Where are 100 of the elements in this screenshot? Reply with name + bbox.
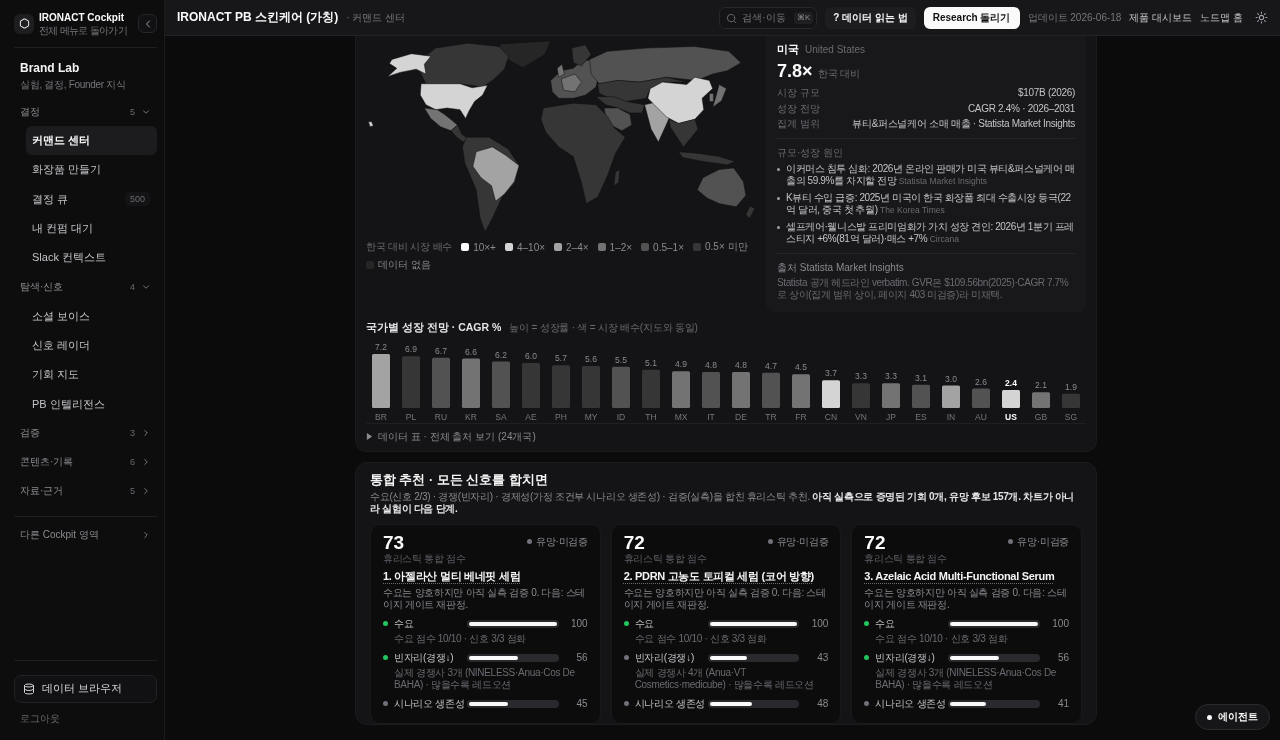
country-code-label: IN (946, 411, 956, 422)
nav-group-toggle[interactable]: 자료·근거 5 (14, 476, 157, 506)
bar-value-label: 2.1 (1035, 379, 1047, 390)
legend-title: 한국 대비 시장 배수 (366, 240, 453, 255)
country-code-label: BR (375, 411, 387, 422)
metric-detail: 실제 경쟁사 3개 (NINELESS·Anua·Cos De BAHA) · 많을수록 레드오션 (393, 666, 576, 691)
logout-link[interactable]: 로그아웃 (20, 712, 60, 726)
metric-label: 수요 (394, 616, 415, 631)
nav-item[interactable]: 결정 큐 500 (26, 184, 157, 214)
item-count: 500 (124, 192, 150, 207)
nav-group-toggle[interactable]: 검증 3 (14, 418, 157, 448)
sun-icon[interactable] (1255, 11, 1268, 24)
data-table-toggle[interactable]: 데이터 표 · 전체 출처 보기 (24개국) (366, 429, 536, 444)
nav-link[interactable]: 제품 대시보드 (1129, 10, 1193, 25)
status-label: 유망·미검증 (536, 534, 588, 549)
score-label: 휴리스틱 통합 점수 (383, 552, 467, 565)
metric-detail: 실제 경쟁사 3개 (NINELESS·Anua·Cos De BAHA) · 많을수록 레드오션 (874, 666, 1058, 691)
nav-item[interactable]: 신호 레이더 (26, 330, 157, 361)
score-label: 휴리스틱 통합 점수 (623, 552, 708, 565)
group-count: 6 (130, 457, 135, 468)
country-code-label: MY (584, 411, 598, 422)
page-title: IRONACT PB 스킨케어 (가칭) (177, 9, 339, 26)
legend-label: 데이터 없음 (378, 258, 431, 273)
status-label: 유망·미검증 (1017, 534, 1069, 549)
research-button[interactable]: Research 돌리기 (923, 6, 1020, 29)
legend-label: 0.5× 미만 (705, 240, 748, 255)
metric-value: 56 (1056, 652, 1069, 663)
country-name: 미국 (777, 42, 799, 56)
metric-value: 100 (810, 618, 829, 629)
agent-button[interactable]: 에이전트 (1195, 704, 1270, 730)
driver-text: 셀프케어·웰니스발 프리미엄화가 가치 성장 견인: 2026년 1분기 프레스티지 +6%(81억 달러)·매스 +7% Circana (786, 220, 1075, 246)
chevron-right-icon (141, 529, 151, 540)
nav-group-toggle[interactable]: 콘텐츠·기록 6 (14, 447, 157, 477)
breadcrumb-text: · 커맨드 센터 (346, 10, 406, 25)
section-subtitle: 실험, 결정, Founder 지식 (20, 78, 126, 91)
nav-item[interactable]: PB 인텔리전스 (26, 389, 157, 419)
country-code-label: VN (855, 411, 867, 422)
search-icon (726, 12, 738, 24)
bar-value-label: 4.8 (735, 359, 747, 370)
app-title: IRONACT Cockpit (39, 10, 124, 24)
metric-detail: 수요 점수 10/10 · 신호 3/3 점화 (393, 632, 528, 645)
country-name-english: United States (805, 44, 866, 55)
back-to-menu-link[interactable]: 전체 메뉴로 돌아가기 (39, 23, 127, 37)
collapse-sidebar-button[interactable] (138, 14, 157, 33)
bullet-icon (777, 196, 780, 200)
score-value: 73 (383, 532, 405, 553)
nav-group-toggle[interactable]: 결정 5 (14, 97, 157, 126)
bar-value-label: 4.9 (675, 358, 687, 369)
nav-item[interactable]: Slack 컨텍스트 (26, 243, 157, 273)
country-code-label: US (1005, 411, 1017, 422)
bar-value-label: 4.5 (795, 361, 807, 372)
nav-item[interactable]: 커맨드 센터 (26, 126, 157, 156)
group-count: 5 (130, 486, 135, 497)
updated-text: 업데이트 2026-06-18 (1027, 10, 1122, 25)
card-description: 수요는 양호하지만 아직 실측 검증 0. 다음: 스테이지 게이트 재판정. (383, 586, 587, 611)
bullet-icon (777, 167, 780, 171)
legend-label: 10×+ (473, 241, 496, 253)
country-code-label: ID (616, 411, 626, 422)
help-button[interactable]: ? 데이터 읽는 법 (825, 6, 916, 29)
nav-item[interactable]: 화장품 만들기 (26, 155, 157, 185)
card-title: 1. 아젤라산 멀티 베네핏 세럼 (383, 568, 521, 583)
nav-item[interactable]: 기회 지도 (26, 360, 157, 390)
nav-group-toggle[interactable]: 탐색·신호 4 (14, 272, 157, 302)
legend-label: 0.5–1× (653, 241, 684, 253)
fact-label: 시장 규모 (777, 87, 820, 100)
nav-link[interactable]: 다른 Cockpit 영역 (14, 522, 157, 547)
bar-value-label: 4.7 (765, 360, 777, 371)
bar-value-label: 6.2 (495, 349, 507, 359)
legend-label: 4–10× (516, 241, 546, 253)
country-code-label: AE (525, 411, 537, 422)
bar-value-label: 5.5 (615, 354, 627, 365)
bullet-icon (777, 225, 780, 229)
drivers-title: 규모·성장 원인 (777, 145, 845, 159)
bar-value-label: 3.3 (885, 370, 897, 381)
metric-label: 빈자리(경쟁↓) (875, 650, 936, 665)
card-title: 3. Azelaic Acid Multi-Functional Serum (864, 568, 1055, 583)
status-dot-icon (767, 539, 773, 544)
bar-value-label: 2.4 (1005, 377, 1017, 388)
bar-value-label: 6.6 (465, 346, 477, 356)
country-code-label: JP (886, 411, 896, 422)
country-code-label: SG (1064, 411, 1078, 422)
fact-value: CAGR 2.4% · 2026–2031 (967, 102, 1075, 115)
dot-icon (1207, 714, 1212, 720)
group-count: 5 (130, 106, 135, 117)
nav-link[interactable]: 노드맵 홈 (1200, 10, 1243, 25)
nav-item[interactable]: 소셜 보이스 (26, 301, 157, 331)
driver-text: 이커머스 침투 심화: 2026년 온라인 판매가 미국 뷰티&퍼스널케어 매출의 59.9%를 차지할 전망 Statista Market Insights (786, 162, 1075, 188)
bar-value-label: 1.9 (1065, 381, 1077, 392)
nav-item[interactable]: 내 컨펌 대기 (26, 213, 157, 244)
fact-value: 뷰티&퍼스널케어 소매 매출 · Statista Market Insights (852, 118, 1075, 131)
score-label: 휴리스틱 통합 점수 (864, 552, 948, 565)
bar-value-label: 7.2 (375, 341, 387, 352)
chart-subtitle: 높이 = 성장률 · 색 = 시장 배수(지도와 동일) (509, 320, 698, 335)
bar-value-label: 5.6 (585, 353, 597, 364)
bar-value-label: 3.0 (945, 373, 957, 383)
data-browser-button[interactable]: 데이터 브라우저 (14, 675, 157, 703)
bar-value-label: 3.3 (855, 370, 867, 381)
metric-value: 100 (569, 618, 588, 629)
card-description: 수요는 양호하지만 아직 실측 검증 0. 다음: 스테이지 게이트 재판정. (623, 586, 827, 611)
bar-value-label: 6.7 (435, 345, 447, 356)
